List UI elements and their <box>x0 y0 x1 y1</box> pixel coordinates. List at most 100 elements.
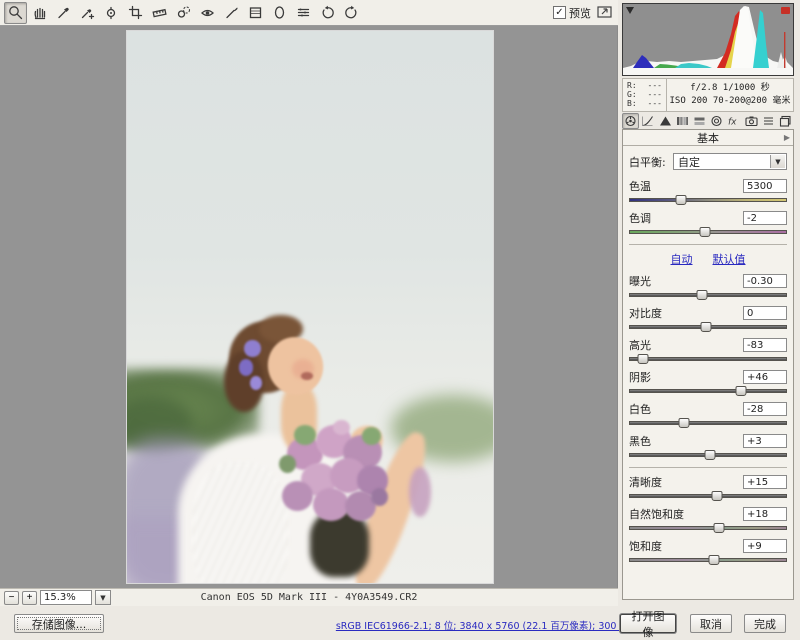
tab-camera-calibration-icon[interactable] <box>742 113 759 129</box>
slider-row: 高光-83 <box>629 337 787 364</box>
white-balance-select[interactable]: 自定 ▼ <box>673 153 787 170</box>
histogram <box>622 3 794 76</box>
radial-filter-tool-icon[interactable] <box>268 2 291 24</box>
save-image-button[interactable]: 存储图像... <box>14 614 104 633</box>
slider-label: 曝光 <box>629 273 651 289</box>
slider-value-field[interactable]: +46 <box>743 370 787 384</box>
slider-thumb[interactable] <box>676 195 687 205</box>
slider-value-field[interactable]: 5300 <box>743 179 787 193</box>
photo-bouquet <box>277 415 398 542</box>
auto-link[interactable]: 自动 <box>671 251 693 267</box>
shadow-clipping-icon[interactable] <box>626 7 634 14</box>
slider-label: 阴影 <box>629 369 651 385</box>
rgb-channel-label: R: <box>627 81 637 90</box>
slider-thumb[interactable] <box>709 555 720 565</box>
slider-label: 色调 <box>629 210 651 226</box>
cancel-button[interactable]: 取消 <box>690 614 732 633</box>
slider-thumb[interactable] <box>704 450 715 460</box>
slider-thumb[interactable] <box>736 386 747 396</box>
straighten-tool-icon[interactable] <box>148 2 171 24</box>
slider-row: 清晰度+15 <box>629 474 787 501</box>
zoom-level-dropdown-icon[interactable]: ▼ <box>95 590 111 605</box>
preview-canvas[interactable] <box>0 26 618 588</box>
white-balance-tool-icon[interactable] <box>52 2 75 24</box>
slider-thumb[interactable] <box>679 418 690 428</box>
tab-tone-curve-icon[interactable] <box>639 113 656 129</box>
fullscreen-toggle-icon[interactable] <box>597 5 612 21</box>
slider-label: 色温 <box>629 178 651 194</box>
color-sampler-tool-icon[interactable] <box>76 2 99 24</box>
white-balance-dropdown-icon: ▼ <box>770 155 785 168</box>
highlight-clipping-icon[interactable] <box>781 7 790 14</box>
targeted-adjustment-tool-icon[interactable] <box>100 2 123 24</box>
red-eye-tool-icon[interactable] <box>196 2 219 24</box>
rgb-channel-label: B: <box>627 99 637 108</box>
slider-thumb[interactable] <box>638 354 649 364</box>
panel-header: 基本 ▶ <box>623 130 793 146</box>
slider-track[interactable] <box>629 555 787 565</box>
slider-track[interactable] <box>629 491 787 501</box>
slider-track[interactable] <box>629 322 787 332</box>
slider-value-field[interactable]: +15 <box>743 475 787 489</box>
open-image-button[interactable]: 打开图像 <box>620 614 676 633</box>
slider-value-field[interactable]: +3 <box>743 434 787 448</box>
slider-track[interactable] <box>629 386 787 396</box>
rotate-left-tool-icon[interactable] <box>316 2 339 24</box>
preview-label: 预览 <box>569 5 591 21</box>
zoom-tool-icon[interactable] <box>4 2 27 24</box>
photo-bouquet-flower <box>282 481 313 511</box>
slider-value-field[interactable]: -83 <box>743 338 787 352</box>
slider-track[interactable] <box>629 523 787 533</box>
panel-menu-icon[interactable]: ▶ <box>784 133 790 142</box>
slider-track[interactable] <box>629 195 787 205</box>
slider-track[interactable] <box>629 290 787 300</box>
tab-effects-icon[interactable]: fx <box>725 113 742 129</box>
slider-thumb[interactable] <box>712 491 723 501</box>
preview-checkbox[interactable]: ✓ <box>553 6 566 19</box>
slider-value-field[interactable]: 0 <box>743 306 787 320</box>
slider-thumb[interactable] <box>696 290 707 300</box>
slider-track[interactable] <box>629 450 787 460</box>
done-button[interactable]: 完成 <box>744 614 786 633</box>
tab-lens-corrections-icon[interactable] <box>708 113 725 129</box>
rgb-channel-row: R:--- <box>627 81 662 90</box>
tab-hsl-grayscale-icon[interactable] <box>674 113 691 129</box>
image-title: Canon EOS 5D Mark III - 4Y0A3549.CR2 <box>0 592 618 603</box>
slider-track[interactable] <box>629 418 787 428</box>
footer-bar: 存储图像... sRGB IEC61966-2.1; 8 位; 3840 x 5… <box>0 606 800 640</box>
slider-track[interactable] <box>629 227 787 237</box>
slider-thumb[interactable] <box>701 322 712 332</box>
preview-image[interactable] <box>127 31 493 583</box>
slider-value-field[interactable]: +9 <box>743 539 787 553</box>
zoom-level-field[interactable]: 15.3% <box>40 590 92 605</box>
slider-value-field[interactable]: -2 <box>743 211 787 225</box>
tab-split-toning-icon[interactable] <box>691 113 708 129</box>
tone-links-row: 自动 默认值 <box>629 251 787 267</box>
rotate-right-tool-icon[interactable] <box>340 2 363 24</box>
slider-row: 饱和度+9 <box>629 538 787 565</box>
slider-thumb[interactable] <box>699 227 710 237</box>
hand-tool-icon[interactable] <box>28 2 51 24</box>
zoom-out-button[interactable]: − <box>4 591 19 605</box>
preferences-tool-icon[interactable] <box>292 2 315 24</box>
preview-toggle[interactable]: ✓ 预览 <box>553 5 591 21</box>
graduated-filter-tool-icon[interactable] <box>244 2 267 24</box>
slider-thumb[interactable] <box>714 523 725 533</box>
spot-removal-tool-icon[interactable] <box>172 2 195 24</box>
slider-value-field[interactable]: -0.30 <box>743 274 787 288</box>
tab-basic-icon[interactable] <box>622 113 639 129</box>
tab-presets-icon[interactable] <box>760 113 777 129</box>
rgb-channel-row: G:--- <box>627 90 662 99</box>
rgb-readout: R:---G:---B:--- <box>623 79 667 111</box>
adjustment-brush-tool-icon[interactable] <box>220 2 243 24</box>
tool-group <box>4 2 363 24</box>
tab-detail-icon[interactable] <box>656 113 673 129</box>
zoom-in-button[interactable]: + <box>22 591 37 605</box>
slider-value-field[interactable]: -28 <box>743 402 787 416</box>
slider-track[interactable] <box>629 354 787 364</box>
histogram-plot <box>623 4 793 75</box>
tab-snapshots-icon[interactable] <box>777 113 794 129</box>
default-link[interactable]: 默认值 <box>713 251 746 267</box>
slider-value-field[interactable]: +18 <box>743 507 787 521</box>
crop-tool-icon[interactable] <box>124 2 147 24</box>
